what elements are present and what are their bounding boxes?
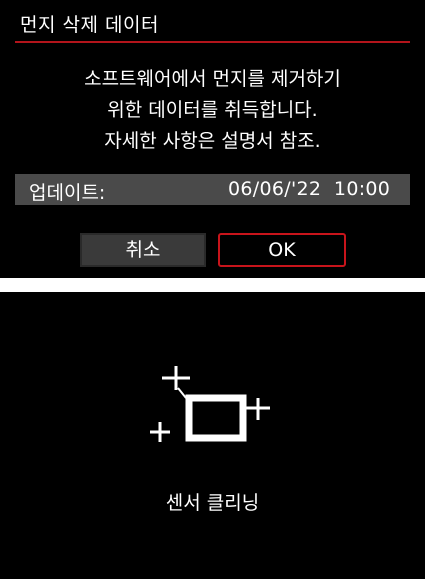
update-label: 업데이트: — [29, 182, 106, 204]
update-info-row: 업데이트: 06/06/'22 10:00 — [15, 174, 410, 205]
update-datetime: 06/06/'22 10:00 — [228, 178, 391, 200]
ok-button[interactable]: OK — [218, 233, 346, 267]
message-line-3: 자세한 사항은 설명서 참조. — [104, 130, 321, 152]
message-line-2: 위한 데이터를 취득합니다. — [107, 99, 318, 121]
sensor-cleaning-screen: 센서 클리닝 — [0, 292, 425, 579]
dust-delete-data-screen: 먼지 삭제 데이터 소프트웨어에서 먼지를 제거하기 위한 데이터를 취득합니다… — [0, 0, 425, 278]
cancel-button[interactable]: 취소 — [80, 233, 206, 267]
screen-title: 먼지 삭제 데이터 — [20, 14, 159, 36]
title-divider — [15, 41, 410, 43]
instruction-message: 소프트웨어에서 먼지를 제거하기 위한 데이터를 취득합니다. 자세한 사항은 … — [0, 64, 425, 157]
sensor-cleaning-icon — [150, 366, 270, 442]
sensor-cleaning-label: 센서 클리닝 — [165, 492, 260, 514]
message-line-1: 소프트웨어에서 먼지를 제거하기 — [84, 68, 341, 90]
